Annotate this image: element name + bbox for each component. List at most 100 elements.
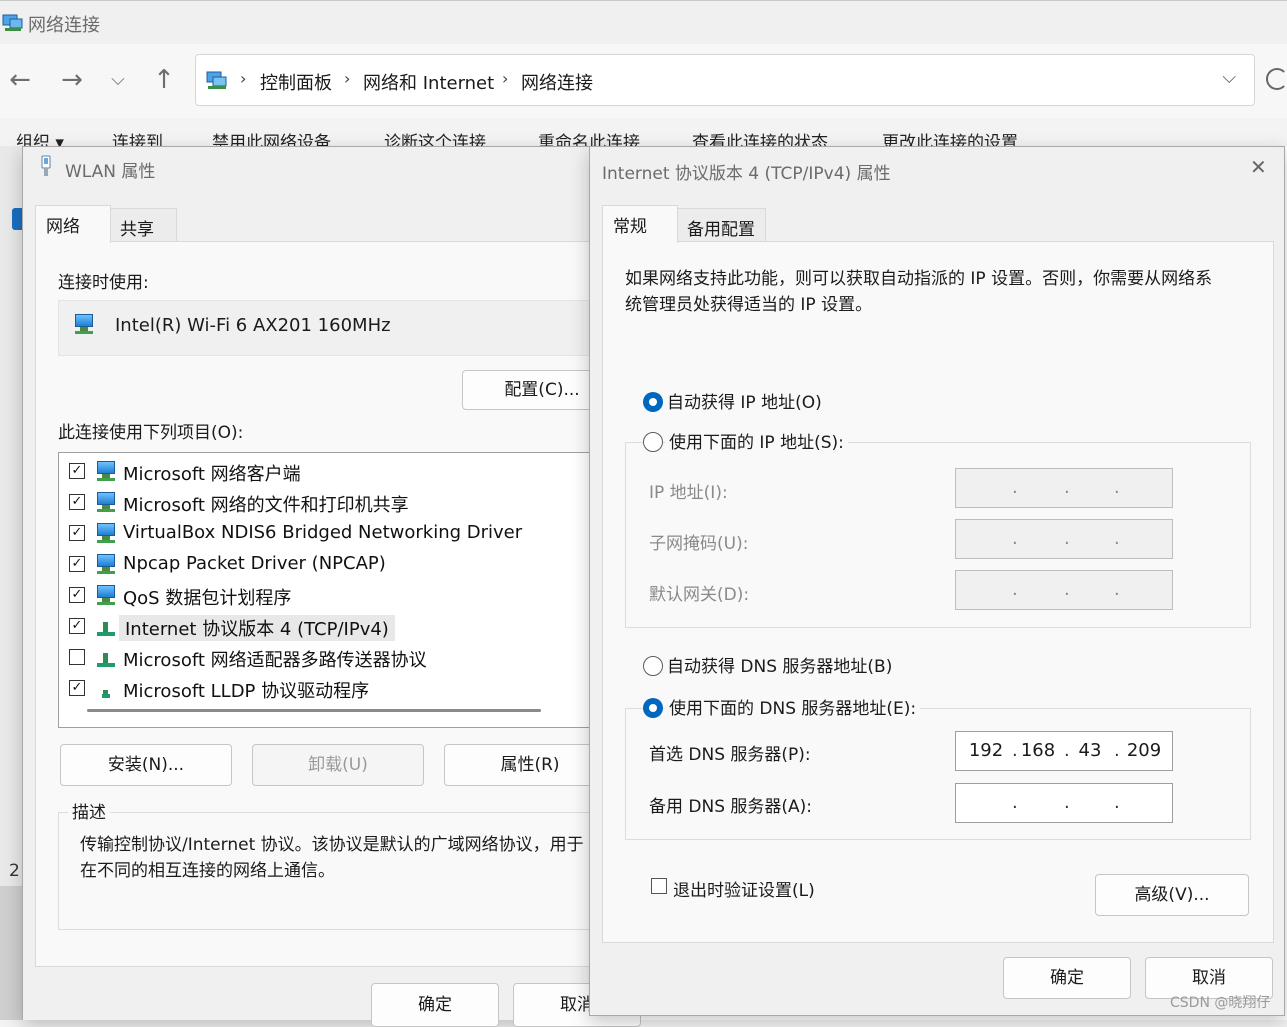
address-bar[interactable]: › 控制面板 › 网络和 Internet › 网络连接 ⌵ — [195, 54, 1255, 106]
network-connections-icon — [2, 14, 23, 31]
preferred-dns-field[interactable]: 192 . 168 . 43 . 209 — [955, 731, 1173, 771]
validate-on-exit-checkbox[interactable] — [651, 878, 667, 894]
control-panel-icon — [206, 71, 227, 89]
auto-ip-label[interactable]: 自动获得 IP 地址(O) — [667, 388, 822, 413]
adapter-box: Intel(R) Wi-Fi 6 AX201 160MHz — [58, 300, 624, 356]
list-item[interactable]: ✓ Npcap Packet Driver (NPCAP) — [59, 550, 619, 580]
wlan-ok-button[interactable]: 确定 — [371, 983, 499, 1027]
network-service-icon — [95, 584, 117, 606]
tab-general[interactable]: 常规 — [602, 205, 678, 243]
item-checkbox[interactable]: ✓ — [69, 556, 85, 572]
wlan-dialog-title: WLAN 属性 — [65, 162, 156, 182]
manual-dns-label[interactable]: 使用下面的 DNS 服务器地址(E): — [665, 694, 921, 719]
breadcrumb-network-connections[interactable]: 网络连接 — [521, 69, 593, 95]
install-button[interactable]: 安装(N)... — [60, 744, 232, 786]
auto-dns-label[interactable]: 自动获得 DNS 服务器地址(B) — [667, 652, 892, 677]
default-gateway-field: ... — [955, 570, 1173, 610]
forward-arrow-icon[interactable]: → — [56, 64, 88, 96]
rename-command[interactable]: 重命名此连接 — [538, 128, 640, 146]
address-dropdown-chevron-icon[interactable]: ⌵ — [1222, 67, 1236, 88]
network-adapter-icon — [73, 313, 95, 335]
item-checkbox[interactable]: ✓ — [69, 525, 85, 541]
list-item[interactable]: ✓ QoS 数据包计划程序 — [59, 581, 619, 611]
auto-ip-radio[interactable] — [643, 392, 663, 412]
protocol-icon — [96, 617, 116, 637]
item-label: Internet 协议版本 4 (TCP/IPv4) — [119, 615, 395, 641]
recent-chevron-down-icon[interactable]: ⌵ — [102, 64, 134, 96]
list-item-selected[interactable]: ✓ Internet 协议版本 4 (TCP/IPv4) — [59, 612, 619, 642]
ipv4-properties-dialog: Internet 协议版本 4 (TCP/IPv4) 属性 ✕ 常规 备用配置 … — [589, 146, 1285, 1016]
components-list[interactable]: ✓ Microsoft 网络客户端 ✓ Microsoft 网络的文件和打印机共… — [58, 452, 624, 728]
item-label: Microsoft 网络客户端 — [123, 464, 301, 485]
window-title: 网络连接 — [28, 15, 100, 36]
explorer-content-edge: 2 — [0, 146, 24, 886]
ip-octet[interactable]: 192 — [966, 740, 1006, 761]
subnet-mask-field: ... — [955, 519, 1173, 559]
item-checkbox[interactable]: ✓ — [69, 587, 85, 603]
refresh-icon[interactable] — [1266, 68, 1287, 90]
auto-dns-radio[interactable] — [643, 656, 663, 676]
tab-sharing[interactable]: 共享 — [109, 208, 177, 242]
connect-using-label: 连接时使用: — [58, 273, 149, 293]
list-item[interactable]: ✓ Microsoft 网络的文件和打印机共享 — [59, 488, 619, 518]
disable-device-command[interactable]: 禁用此网络设备 — [212, 128, 331, 146]
protocol-icon — [96, 648, 116, 668]
explorer-titlebar: 网络连接 — [0, 0, 1287, 44]
list-item[interactable]: ✓ VirtualBox NDIS6 Bridged Networking Dr… — [59, 519, 619, 549]
item-count-text: 2 — [9, 861, 20, 881]
manual-ip-label[interactable]: 使用下面的 IP 地址(S): — [665, 428, 848, 453]
item-checkbox[interactable]: ✓ — [69, 680, 85, 696]
breadcrumb-separator-icon: › — [240, 69, 247, 88]
adapter-name: Intel(R) Wi-Fi 6 AX201 160MHz — [115, 315, 391, 336]
item-label: Microsoft 网络适配器多路传送器协议 — [123, 650, 427, 671]
ip-octet[interactable]: 168 — [1018, 740, 1058, 761]
ipv4-general-panel: 如果网络支持此功能，则可以获取自动指派的 IP 设置。否则，你需要从网络系统管理… — [602, 241, 1274, 943]
wlan-network-panel: 连接时使用: Intel(R) Wi-Fi 6 AX201 160MHz 配置(… — [35, 241, 625, 967]
watermark-text: CSDN @晓翔仔 — [1170, 995, 1271, 1011]
wlan-adapter-icon — [41, 155, 51, 176]
uninstall-button[interactable]: 卸载(U) — [252, 744, 424, 786]
tab-network[interactable]: 网络 — [35, 205, 111, 243]
tab-alternate-config[interactable]: 备用配置 — [676, 208, 766, 242]
protocol-icon — [96, 679, 116, 699]
organize-menu[interactable]: 组织 ▾ — [16, 128, 64, 146]
change-settings-command[interactable]: 更改此连接的设置 — [882, 128, 1018, 146]
list-item[interactable]: Microsoft 网络适配器多路传送器协议 — [59, 643, 619, 673]
description-label: 描述 — [68, 798, 110, 823]
wlan-properties-dialog: WLAN 属性 网络 共享 连接时使用: Intel(R) Wi-Fi 6 AX… — [22, 146, 641, 1027]
advanced-button[interactable]: 高级(V)... — [1095, 874, 1249, 916]
validate-on-exit-label[interactable]: 退出时验证设置(L) — [673, 876, 815, 901]
item-label: VirtualBox NDIS6 Bridged Networking Driv… — [123, 522, 523, 543]
ip-address-field: ... — [955, 468, 1173, 508]
breadcrumb-separator-icon: › — [344, 69, 351, 88]
item-checkbox[interactable] — [69, 649, 85, 665]
list-item[interactable]: ✓ Microsoft 网络客户端 — [59, 457, 619, 487]
breadcrumb-separator-icon: › — [502, 69, 509, 88]
ip-octet[interactable]: 209 — [1124, 740, 1164, 761]
manual-ip-radio[interactable] — [643, 432, 663, 452]
item-label: QoS 数据包计划程序 — [123, 588, 292, 609]
alternate-dns-field[interactable]: ... — [955, 783, 1173, 823]
network-service-icon — [95, 491, 117, 513]
up-arrow-icon[interactable]: ↑ — [148, 64, 180, 96]
item-checkbox[interactable]: ✓ — [69, 618, 85, 634]
connect-to-command[interactable]: 连接到 — [112, 128, 163, 146]
breadcrumb-control-panel[interactable]: 控制面板 — [260, 69, 332, 95]
back-arrow-icon[interactable]: ← — [4, 64, 36, 96]
list-item[interactable]: ✓ Microsoft LLDP 协议驱动程序 — [59, 674, 619, 704]
ipv4-dialog-title: Internet 协议版本 4 (TCP/IPv4) 属性 — [602, 164, 891, 184]
item-checkbox[interactable]: ✓ — [69, 494, 85, 510]
network-service-icon — [95, 553, 117, 575]
breadcrumb-network-internet[interactable]: 网络和 Internet — [363, 69, 494, 95]
horizontal-scrollbar[interactable] — [87, 709, 541, 712]
manual-dns-radio[interactable] — [643, 698, 663, 718]
close-icon[interactable]: ✕ — [1250, 155, 1267, 179]
subnet-mask-label: 子网掩码(U): — [649, 534, 749, 554]
view-status-command[interactable]: 查看此连接的状态 — [692, 128, 828, 146]
ip-octet[interactable]: 43 — [1070, 740, 1110, 761]
items-label: 此连接使用下列项目(O): — [58, 423, 244, 443]
diagnose-command[interactable]: 诊断这个连接 — [384, 128, 486, 146]
ipv4-ok-button[interactable]: 确定 — [1003, 957, 1131, 999]
item-checkbox[interactable]: ✓ — [69, 463, 85, 479]
navigation-bar: ← → ⌵ ↑ › 控制面板 › 网络和 Internet › 网络连接 ⌵ — [0, 44, 1287, 118]
